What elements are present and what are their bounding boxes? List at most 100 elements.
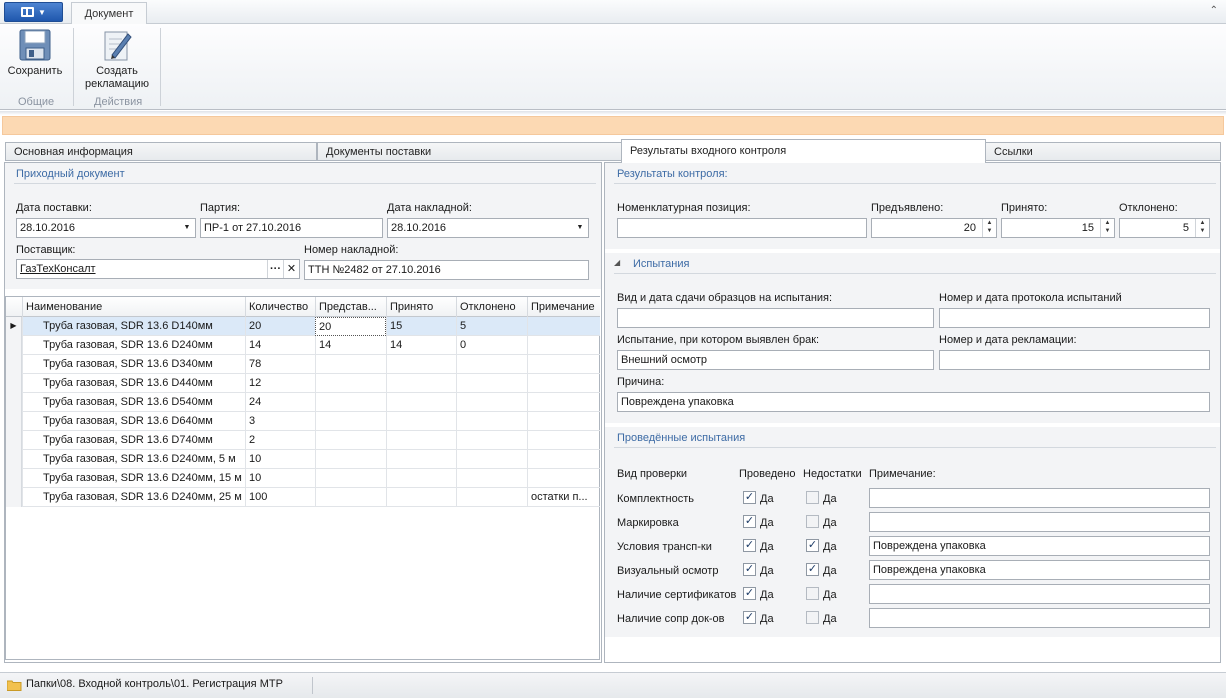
table-cell[interactable]: 15	[386, 317, 456, 336]
table-cell[interactable]: Труба газовая, SDR 13.6 D240мм, 15 м	[22, 469, 245, 488]
dropdown-arrow-icon[interactable]: ▼	[572, 219, 588, 237]
more-icon[interactable]: ···	[267, 260, 283, 278]
table-cell[interactable]	[456, 450, 527, 469]
check-note-field[interactable]	[869, 512, 1210, 532]
table-row[interactable]: Труба газовая, SDR 13.6 D640мм 3	[6, 412, 600, 431]
batch-field[interactable]: ПР-1 от 27.10.2016	[200, 218, 383, 238]
table-row[interactable]: Труба газовая, SDR 13.6 D440мм 12	[6, 374, 600, 393]
clear-icon[interactable]: ✕	[283, 260, 299, 278]
collapse-ribbon-icon[interactable]: ⌃	[1210, 5, 1218, 16]
invoice-date-field[interactable]: 28.10.2016 ▼	[387, 218, 589, 238]
table-cell[interactable]	[386, 488, 456, 507]
defect-checkbox[interactable]	[806, 515, 819, 528]
table-cell[interactable]	[527, 431, 600, 450]
table-cell[interactable]	[315, 469, 386, 488]
status-path[interactable]: Папки\08. Входной контроль\01. Регистрац…	[26, 678, 283, 690]
tab-links[interactable]: Ссылки	[985, 142, 1221, 161]
col-quantity[interactable]: Количество	[245, 297, 315, 317]
table-cell[interactable]	[456, 374, 527, 393]
row-indicator[interactable]	[6, 412, 22, 431]
table-cell[interactable]: 3	[245, 412, 315, 431]
table-cell[interactable]	[386, 469, 456, 488]
table-cell[interactable]: 20	[245, 317, 315, 336]
reason-field[interactable]: Повреждена упаковка	[617, 392, 1210, 412]
invoice-no-field[interactable]: ТТН №2482 от 27.10.2016	[304, 260, 589, 280]
table-cell[interactable]: Труба газовая, SDR 13.6 D240мм, 5 м	[22, 450, 245, 469]
done-checkbox[interactable]: ✓	[743, 491, 756, 504]
row-indicator[interactable]	[6, 374, 22, 393]
check-note-field[interactable]: Повреждена упаковка	[869, 560, 1210, 580]
table-cell[interactable]	[527, 450, 600, 469]
table-cell[interactable]	[386, 450, 456, 469]
col-name[interactable]: Наименование	[22, 297, 245, 317]
table-cell[interactable]	[527, 336, 600, 355]
done-checkbox[interactable]: ✓	[743, 563, 756, 576]
table-row[interactable]: ▶ Труба газовая, SDR 13.6 D140мм 20 20 15 5	[6, 317, 600, 336]
defect-checkbox[interactable]: ✓	[806, 539, 819, 552]
defect-checkbox[interactable]	[806, 587, 819, 600]
complaint-field[interactable]	[939, 350, 1210, 370]
table-cell[interactable]: 0	[456, 336, 527, 355]
row-indicator[interactable]	[6, 336, 22, 355]
table-cell[interactable]: 14	[315, 336, 386, 355]
supplier-link[interactable]: ГазТехКонсалт	[20, 263, 96, 275]
table-cell[interactable]	[386, 374, 456, 393]
check-note-field[interactable]	[869, 608, 1210, 628]
done-checkbox[interactable]: ✓	[743, 587, 756, 600]
check-note-field[interactable]	[869, 488, 1210, 508]
save-button[interactable]: Сохранить	[4, 28, 66, 78]
row-indicator[interactable]	[6, 431, 22, 450]
spinner-icon[interactable]: ▲ ▼	[982, 219, 996, 237]
row-indicator[interactable]	[6, 469, 22, 488]
col-presented[interactable]: Представ...	[315, 297, 386, 317]
check-note-field[interactable]: Повреждена упаковка	[869, 536, 1210, 556]
row-indicator-icon[interactable]: ▶	[6, 317, 22, 336]
table-cell[interactable]: Труба газовая, SDR 13.6 D740мм	[22, 431, 245, 450]
table-cell[interactable]: 12	[245, 374, 315, 393]
rejected-field[interactable]: 5 ▲ ▼	[1119, 218, 1210, 238]
spinner-icon[interactable]: ▲ ▼	[1195, 219, 1209, 237]
table-cell[interactable]	[315, 412, 386, 431]
table-cell[interactable]: Труба газовая, SDR 13.6 D140мм	[22, 317, 245, 336]
defect-checkbox[interactable]: ✓	[806, 563, 819, 576]
table-cell[interactable]	[456, 431, 527, 450]
table-cell[interactable]	[315, 431, 386, 450]
table-cell[interactable]: 20	[315, 317, 386, 336]
defect-checkbox[interactable]	[806, 611, 819, 624]
done-checkbox[interactable]: ✓	[743, 611, 756, 624]
table-cell[interactable]: 5	[456, 317, 527, 336]
table-cell[interactable]	[456, 412, 527, 431]
tab-main-info[interactable]: Основная информация	[5, 142, 317, 161]
table-cell[interactable]	[527, 374, 600, 393]
table-cell[interactable]: Труба газовая, SDR 13.6 D240мм	[22, 336, 245, 355]
table-row[interactable]: Труба газовая, SDR 13.6 D240мм 14 14 14 0	[6, 336, 600, 355]
table-cell[interactable]: 78	[245, 355, 315, 374]
table-cell[interactable]	[315, 393, 386, 412]
table-cell[interactable]	[386, 393, 456, 412]
defect-test-field[interactable]: Внешний осмотр	[617, 350, 934, 370]
row-indicator[interactable]	[6, 450, 22, 469]
table-cell[interactable]: 24	[245, 393, 315, 412]
nomenclature-field[interactable]	[617, 218, 867, 238]
table-cell[interactable]	[386, 431, 456, 450]
table-cell[interactable]: 14	[245, 336, 315, 355]
table-cell[interactable]: 10	[245, 469, 315, 488]
done-checkbox[interactable]: ✓	[743, 515, 756, 528]
ribbon-tab-document[interactable]: Документ	[71, 2, 147, 25]
table-row[interactable]: Труба газовая, SDR 13.6 D340мм 78	[6, 355, 600, 374]
table-cell[interactable]	[386, 412, 456, 431]
table-row[interactable]: Труба газовая, SDR 13.6 D240мм, 5 м 10	[6, 450, 600, 469]
row-indicator[interactable]	[6, 355, 22, 374]
table-cell[interactable]: Труба газовая, SDR 13.6 D340мм	[22, 355, 245, 374]
table-cell[interactable]: 10	[245, 450, 315, 469]
table-cell[interactable]: Труба газовая, SDR 13.6 D540мм	[22, 393, 245, 412]
table-cell[interactable]: остатки п...	[527, 488, 600, 507]
table-cell[interactable]: 100	[245, 488, 315, 507]
table-cell[interactable]	[527, 469, 600, 488]
create-complaint-button[interactable]: Создать рекламацию	[82, 28, 152, 91]
table-row[interactable]: Труба газовая, SDR 13.6 D240мм, 25 м 100 о…	[6, 488, 600, 507]
table-cell[interactable]	[527, 412, 600, 431]
table-cell[interactable]	[456, 469, 527, 488]
row-indicator[interactable]	[6, 393, 22, 412]
table-cell[interactable]: 14	[386, 336, 456, 355]
